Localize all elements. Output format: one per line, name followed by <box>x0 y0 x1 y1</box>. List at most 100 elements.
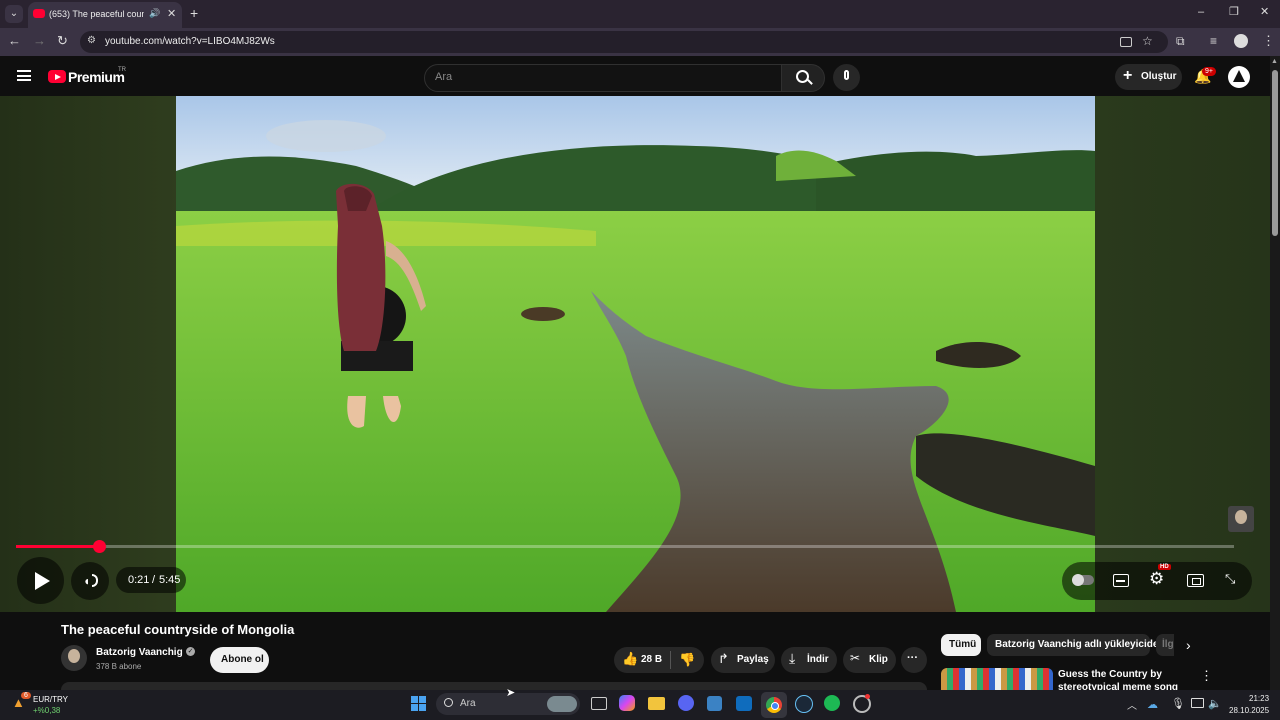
share-label: Paylaş <box>737 654 769 665</box>
channel-name[interactable]: Batzorig Vaanchig <box>96 647 183 658</box>
profile-avatar-icon[interactable] <box>1234 34 1248 48</box>
video-frame[interactable] <box>176 96 1095 612</box>
plus-icon: + <box>1123 67 1133 84</box>
chip-related[interactable]: İlg <box>1156 634 1174 656</box>
youtube-logo[interactable]: Premium TR <box>48 67 138 88</box>
account-avatar[interactable] <box>1228 66 1250 88</box>
tab-search-button[interactable]: ⌄ <box>5 5 23 23</box>
outlook-icon[interactable] <box>736 696 752 711</box>
back-arrow-icon[interactable]: ← <box>8 33 21 48</box>
autoplay-toggle[interactable] <box>1072 574 1094 586</box>
create-button[interactable]: + Oluştur <box>1115 64 1182 90</box>
extensions-icon[interactable]: ⧉ <box>1176 34 1185 49</box>
recommendation-thumbnail[interactable] <box>941 668 1053 690</box>
weather-widget[interactable]: ▲ 6 EUR/TRY +%0,38 <box>10 692 80 718</box>
share-button[interactable]: ↱ Paylaş <box>711 647 775 673</box>
restore-window-button[interactable]: ❐ <box>1229 5 1239 18</box>
chip-all[interactable]: Tümü <box>941 634 981 656</box>
voice-search-button[interactable] <box>833 64 860 91</box>
mute-button[interactable]: ◖ <box>71 562 109 600</box>
page-scrollbar-thumb[interactable] <box>1272 70 1278 236</box>
forward-arrow-icon[interactable]: → <box>33 33 46 48</box>
youtube-play-logo-icon <box>48 70 66 83</box>
tab-close-icon[interactable]: ✕ <box>167 7 176 20</box>
copilot-icon[interactable] <box>619 695 635 711</box>
like-button[interactable]: 👍 28 B <box>618 647 668 673</box>
recommendation-title-line1[interactable]: Guess the Country by <box>1058 669 1162 680</box>
more-actions-button[interactable]: ··· <box>901 647 927 673</box>
download-button[interactable]: ⤓ İndir <box>781 647 837 673</box>
notifications-button[interactable]: 🔔 9+ <box>1192 67 1216 88</box>
microphone-tray-icon[interactable]: 🎙 <box>1171 697 1185 710</box>
channel-watermark[interactable] <box>1228 506 1254 532</box>
theater-icon <box>1192 578 1201 585</box>
subscribe-label: Abone ol <box>221 654 264 665</box>
chip-uploader-label: Batzorig Vaanchig adlı yükleyiciden <box>995 639 1165 650</box>
search-input[interactable]: Ara <box>424 64 784 92</box>
clock-date[interactable]: 28.10.2025 <box>1229 706 1269 715</box>
windows-logo-icon-4 <box>419 704 426 711</box>
logo-text: Premium <box>68 69 125 85</box>
speaker-icon[interactable]: 🔈 <box>1208 697 1222 710</box>
store-icon[interactable] <box>707 696 722 711</box>
browser-menu-icon[interactable]: ⋮ <box>1262 33 1275 49</box>
steam-icon[interactable] <box>795 695 813 713</box>
show-hidden-icons-chevron-icon[interactable]: ︿ <box>1127 697 1137 712</box>
windows-taskbar <box>0 690 1280 720</box>
subscribe-button[interactable]: Abone ol <box>210 647 269 673</box>
reading-list-icon[interactable]: ≡ <box>1210 34 1217 48</box>
video-scene-image <box>176 96 1095 612</box>
spotify-icon[interactable] <box>824 695 840 711</box>
channel-avatar[interactable] <box>61 645 87 671</box>
new-tab-button[interactable]: + <box>190 5 198 21</box>
chip-all-label: Tümü <box>949 639 977 650</box>
youtube-favicon-icon <box>33 9 45 18</box>
search-button[interactable] <box>781 64 825 92</box>
start-button[interactable] <box>411 696 427 712</box>
minimize-window-button[interactable]: – <box>1198 6 1204 18</box>
time-separator: / <box>152 574 156 586</box>
play-button[interactable] <box>17 557 64 604</box>
theater-mode-button[interactable] <box>1187 574 1204 587</box>
close-window-button[interactable]: ✕ <box>1260 5 1269 18</box>
time-display: 0:21 / 5:45 <box>116 567 186 593</box>
autoplay-toggle-knob <box>1072 574 1084 586</box>
task-view-icon[interactable] <box>591 697 607 710</box>
fullscreen-button[interactable]: ⤡ <box>1225 571 1241 588</box>
progress-bar-track[interactable] <box>16 540 1234 553</box>
clock-time[interactable]: 21:23 <box>1249 694 1269 703</box>
file-explorer-icon[interactable] <box>648 697 665 710</box>
scroll-up-arrow-icon[interactable]: ▲ <box>1271 58 1278 65</box>
thumbs-up-icon: 👍 <box>622 651 639 666</box>
description-box-top[interactable] <box>61 682 927 690</box>
clip-label: Klip <box>869 654 888 665</box>
widget-value: +%0,38 <box>33 706 61 715</box>
widget-label: EUR/TRY <box>33 695 68 704</box>
discord-icon[interactable] <box>678 695 694 711</box>
progress-bar-played <box>16 545 99 548</box>
bookmark-star-icon[interactable]: ☆ <box>1142 34 1153 48</box>
site-info-icon[interactable]: ⚙ <box>87 35 96 46</box>
chrome-taskbar-button[interactable] <box>761 692 787 718</box>
mouse-cursor-icon: ➤ <box>506 687 516 699</box>
clip-button[interactable]: ✂ Klip <box>843 647 896 673</box>
dislike-button[interactable]: 👎 <box>674 647 702 673</box>
subtitles-button[interactable] <box>1113 574 1129 587</box>
url-text: youtube.com/watch?v=LIBO4MJ82Ws <box>105 36 275 47</box>
reload-icon[interactable]: ↻ <box>57 33 68 49</box>
microphone-icon <box>844 70 849 80</box>
chips-next-chevron-icon[interactable]: › <box>1186 637 1191 653</box>
tab-audio-icon[interactable]: 🔊 <box>149 8 160 19</box>
watermark-face-icon <box>1235 510 1247 524</box>
address-bar[interactable]: ⚙ youtube.com/watch?v=LIBO4MJ82Ws ☆ <box>80 31 1168 53</box>
display-icon[interactable] <box>1191 698 1204 708</box>
cast-icon[interactable] <box>1120 37 1132 47</box>
hamburger-menu-icon[interactable] <box>17 70 31 81</box>
onedrive-icon[interactable]: ☁ <box>1147 698 1158 711</box>
progress-scrubber-handle[interactable] <box>93 540 106 553</box>
chip-uploader[interactable]: Batzorig Vaanchig adlı yükleyiciden <box>987 634 1165 656</box>
browser-tab-active[interactable]: (653) The peaceful countrys 🔊 ✕ <box>28 2 182 28</box>
recommendation-menu-icon[interactable]: ⋮ <box>1200 668 1213 684</box>
recommendation-title-line2[interactable]: stereotypical meme song <box>1058 682 1178 690</box>
settings-button[interactable]: ⚙ HD <box>1149 564 1171 589</box>
